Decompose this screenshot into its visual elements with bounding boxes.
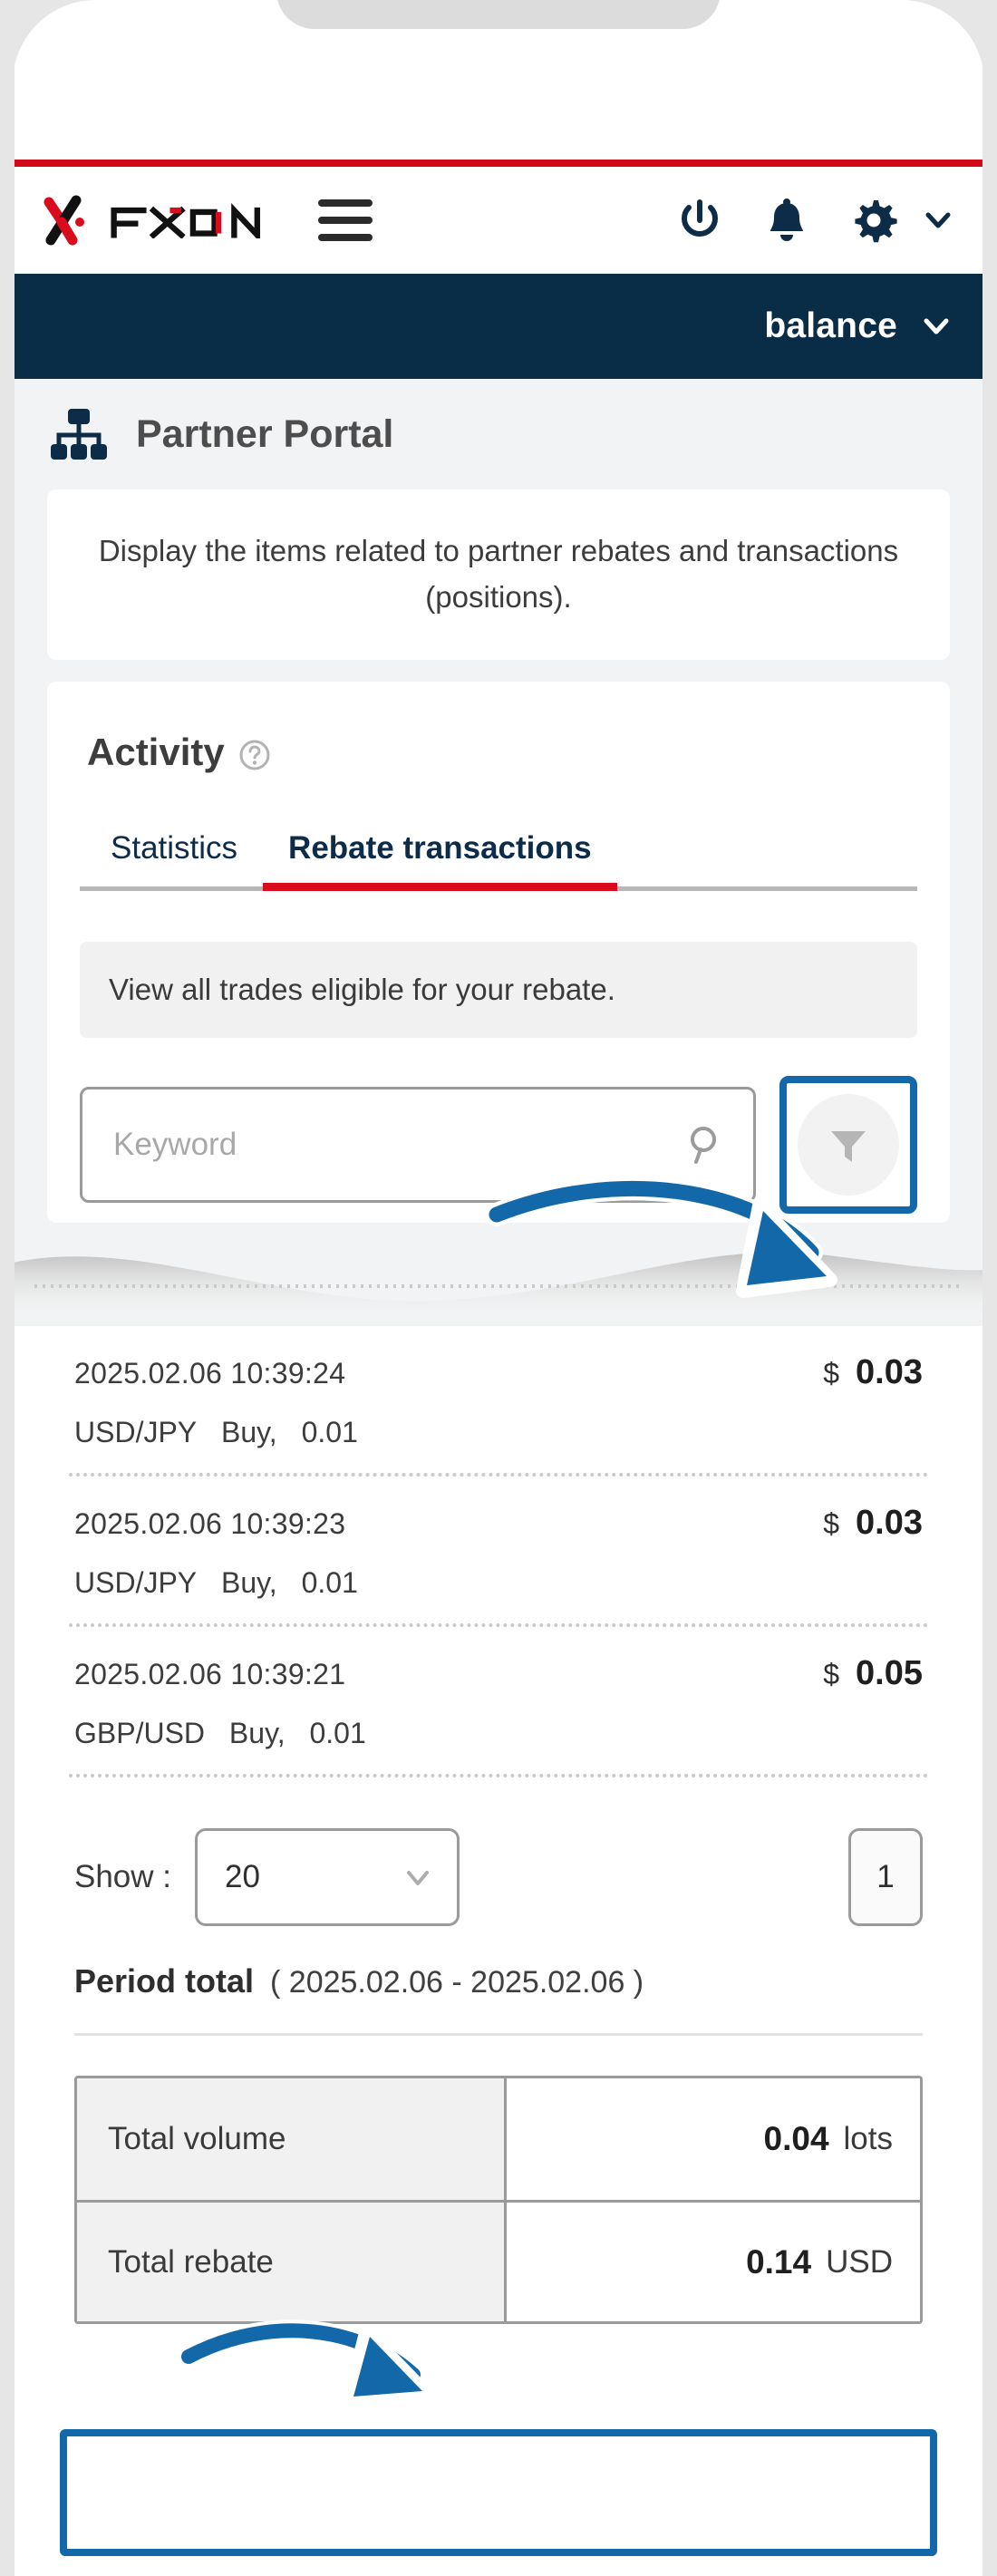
period-total-label: Period total [74, 1962, 255, 2000]
bell-icon[interactable] [761, 195, 812, 246]
totals-wrapper: Total volume 0.04 lots Total rebate 0.14… [13, 2036, 984, 2325]
activity-hint: View all trades eligible for your rebate… [80, 942, 917, 1039]
totals-table: Total volume 0.04 lots Total rebate 0.14… [74, 2076, 923, 2325]
transaction-currency-symbol: $ [823, 1357, 840, 1390]
total-rebate-value: 0.14 [746, 2242, 812, 2281]
table-row: Total rebate 0.14 USD [77, 2200, 920, 2322]
hamburger-menu-icon[interactable] [317, 199, 373, 241]
balance-chevron-down-icon[interactable] [919, 309, 953, 344]
activity-title: Activity [87, 731, 225, 774]
filter-funnel-icon [831, 1131, 866, 1163]
transaction-symbol: USD/JPY [74, 1566, 198, 1600]
hamburger-bar [317, 199, 373, 207]
page-description-text: Display the items related to partner reb… [98, 534, 899, 615]
activity-card: Activity Statistics Rebate transactions … [47, 682, 950, 1224]
tab-statistics[interactable]: Statistics [85, 830, 263, 886]
balance-bar[interactable]: balance [13, 274, 984, 379]
transaction-side: Buy, [221, 1566, 277, 1600]
transaction-primary-line: 2025.02.06 10:39:24 $ 0.03 [74, 1353, 923, 1392]
app-header [13, 167, 984, 274]
phone-bezel-right [982, 0, 997, 2576]
sitemap-icon [51, 409, 107, 460]
phone-frame: balance Partner Portal Display the items… [0, 0, 997, 2576]
transaction-side: Buy, [228, 1717, 286, 1750]
transaction-lots: 0.01 [309, 1717, 366, 1750]
total-volume-cell: 0.04 lots [507, 2078, 920, 2201]
transaction-side: Buy, [221, 1416, 277, 1449]
total-volume-value: 0.04 [763, 2120, 829, 2158]
header-actions [674, 195, 953, 246]
total-rebate-cell: 0.14 USD [507, 2203, 920, 2322]
content-truncation-wave [13, 1244, 984, 1327]
table-row[interactable]: 2025.02.06 10:39:21 $ 0.05 GBP/USD Buy, … [47, 1627, 950, 1774]
transaction-amount: $ 0.03 [823, 1504, 923, 1543]
transaction-symbol: GBP/USD [74, 1717, 206, 1750]
transaction-currency-symbol: $ [823, 1507, 840, 1541]
show-label: Show : [74, 1859, 171, 1895]
transaction-value: 0.03 [856, 1504, 923, 1543]
power-icon[interactable] [674, 195, 725, 246]
filter-button-background [798, 1094, 899, 1196]
transaction-value: 0.03 [856, 1353, 923, 1392]
period-total-section: Period total ( 2025.02.06 - 2025.02.06 ) [13, 1962, 984, 2037]
fxon-x-mark-icon [44, 195, 84, 246]
page-description-card: Display the items related to partner reb… [47, 489, 950, 661]
search-input[interactable]: Keyword [80, 1087, 756, 1204]
page-size-select[interactable]: 20 [195, 1828, 460, 1927]
help-circle-icon[interactable] [239, 740, 270, 770]
chevron-down-icon [407, 1871, 429, 1886]
pagination-row: Show : 20 1 [13, 1777, 984, 1963]
table-row: Total volume 0.04 lots [77, 2078, 920, 2201]
filter-button[interactable] [779, 1076, 917, 1215]
balance-label: balance [764, 306, 897, 345]
fxon-wordmark [111, 203, 260, 238]
activity-tabs: Statistics Rebate transactions [80, 830, 917, 892]
phone-notch [276, 0, 721, 29]
gear-icon[interactable] [848, 195, 899, 246]
tab-rebate-transactions[interactable]: Rebate transactions [263, 830, 617, 892]
period-total-header: Period total ( 2025.02.06 - 2025.02.06 ) [74, 1962, 923, 2033]
transaction-secondary-line: GBP/USD Buy, 0.01 [74, 1717, 923, 1750]
transaction-datetime: 2025.02.06 10:39:23 [74, 1507, 346, 1541]
transaction-datetime: 2025.02.06 10:39:24 [74, 1357, 346, 1390]
transaction-secondary-line: USD/JPY Buy, 0.01 [74, 1416, 923, 1449]
page-body: Partner Portal Display the items related… [13, 379, 984, 2325]
page-size-value: 20 [225, 1859, 260, 1895]
total-volume-label: Total volume [77, 2078, 507, 2201]
transaction-primary-line: 2025.02.06 10:39:21 $ 0.05 [74, 1654, 923, 1693]
phone-bezel-left [0, 0, 15, 2576]
total-rebate-unit: USD [826, 2243, 893, 2280]
transaction-amount: $ 0.03 [823, 1353, 923, 1392]
page-number-button[interactable]: 1 [848, 1828, 923, 1927]
rebate-transactions-list: 2025.02.06 10:39:24 $ 0.03 USD/JPY Buy, … [13, 1326, 984, 1778]
table-row[interactable]: 2025.02.06 10:39:24 $ 0.03 USD/JPY Buy, … [47, 1326, 950, 1473]
transaction-currency-symbol: $ [823, 1658, 840, 1691]
brand-red-rule [13, 160, 984, 167]
activity-header: Activity [80, 731, 917, 774]
fxon-logo[interactable] [40, 191, 284, 249]
search-row: Keyword [80, 1076, 917, 1223]
transaction-datetime: 2025.02.06 10:39:21 [74, 1658, 346, 1691]
transaction-symbol: USD/JPY [74, 1416, 198, 1449]
transaction-primary-line: 2025.02.06 10:39:23 $ 0.03 [74, 1504, 923, 1543]
search-icon[interactable] [684, 1123, 728, 1167]
phone-screen: balance Partner Portal Display the items… [13, 0, 984, 2576]
hamburger-bar [317, 234, 373, 241]
chevron-down-icon[interactable] [923, 205, 953, 236]
transaction-lots: 0.01 [301, 1566, 358, 1600]
total-volume-unit: lots [843, 2121, 893, 2157]
period-total-range: ( 2025.02.06 - 2025.02.06 ) [270, 1965, 644, 2000]
transaction-secondary-line: USD/JPY Buy, 0.01 [74, 1566, 923, 1600]
search-placeholder: Keyword [113, 1127, 237, 1163]
transaction-amount: $ 0.05 [823, 1654, 923, 1693]
page-title: Partner Portal [136, 412, 394, 456]
total-rebate-label: Total rebate [77, 2203, 507, 2322]
transaction-value: 0.05 [856, 1654, 923, 1693]
table-row[interactable]: 2025.02.06 10:39:23 $ 0.03 USD/JPY Buy, … [47, 1477, 950, 1623]
hamburger-bar [317, 217, 373, 224]
transaction-lots: 0.01 [301, 1416, 358, 1449]
page-title-row: Partner Portal [13, 379, 984, 489]
